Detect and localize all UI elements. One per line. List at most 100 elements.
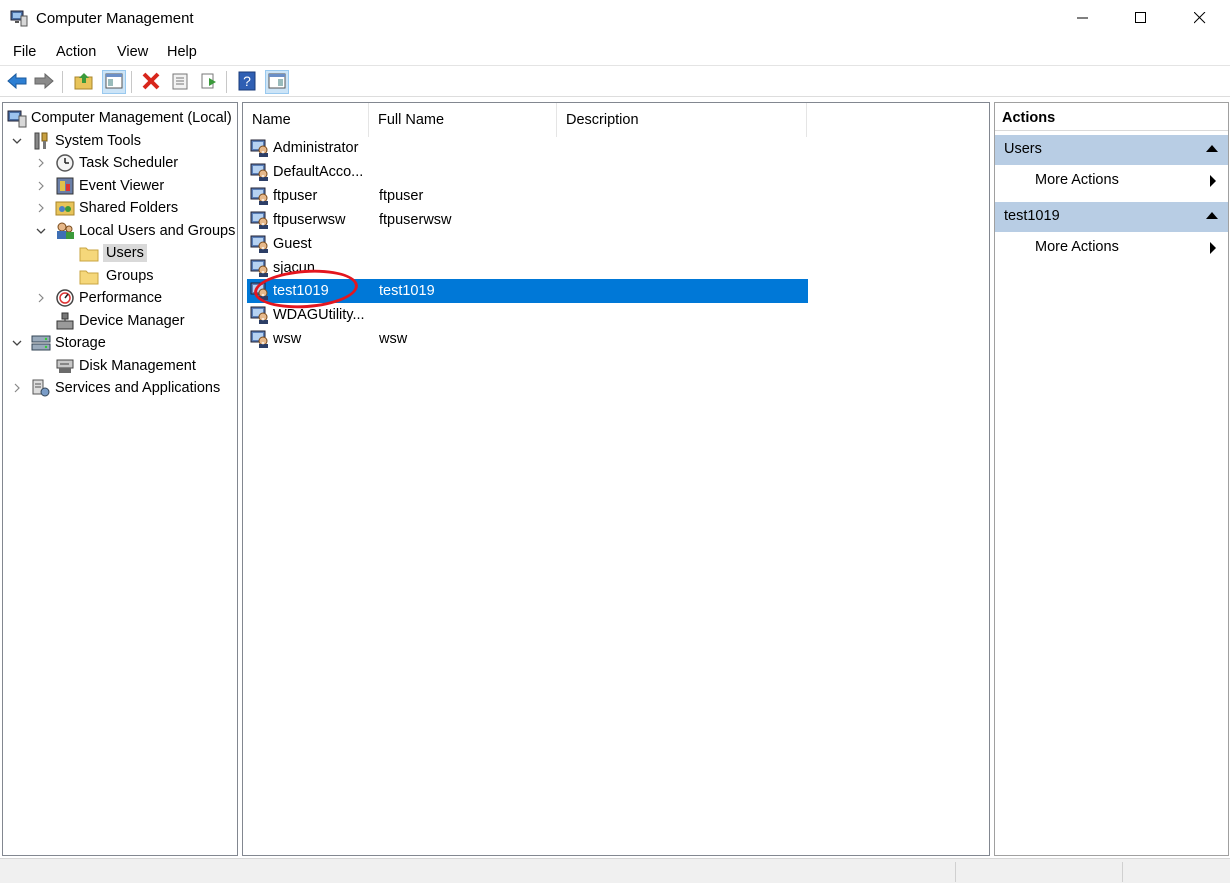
column-header-full-name[interactable]: Full Name (369, 103, 557, 137)
submenu-arrow-icon (1210, 242, 1216, 254)
forward-arrow-icon (34, 72, 54, 92)
disk-management-icon (55, 356, 75, 376)
export-list-button[interactable] (197, 70, 221, 94)
user-name: wsw (273, 331, 302, 347)
menu-action[interactable]: Action (56, 44, 96, 60)
column-header-description[interactable]: Description (557, 103, 807, 137)
menu-help[interactable]: Help (167, 44, 197, 60)
tree-item-system-tools[interactable]: System Tools (31, 130, 141, 152)
user-full-name: test1019 (379, 283, 435, 299)
expand-chevron-icon[interactable] (35, 157, 47, 169)
table-row[interactable]: ftpuserwsw ftpuserwsw (247, 208, 808, 232)
table-row[interactable]: ftpuser ftpuser (247, 184, 808, 208)
user-full-name: ftpuserwsw (379, 212, 452, 228)
user-list-pane: Name Full Name Description Administrator… (242, 102, 990, 856)
computer-management-icon (7, 108, 27, 128)
collapse-chevron-icon[interactable] (35, 225, 47, 237)
table-row[interactable]: sjacun (247, 256, 808, 280)
help-icon: ? (238, 71, 256, 94)
tree-label: Local Users and Groups (79, 223, 236, 239)
back-button[interactable] (5, 70, 29, 94)
expand-chevron-icon[interactable] (35, 292, 47, 304)
help-button[interactable]: ? (235, 70, 259, 94)
table-row[interactable]: WDAGUtility... (247, 303, 808, 327)
user-name: ftpuser (273, 188, 318, 204)
maximize-button[interactable] (1112, 0, 1170, 38)
expand-chevron-icon[interactable] (35, 180, 47, 192)
tree-item-groups[interactable]: Groups (79, 265, 154, 287)
expand-chevron-icon[interactable] (35, 202, 47, 214)
actions-header: Actions (995, 103, 1228, 131)
clock-icon (55, 153, 75, 173)
table-row[interactable]: Guest (247, 232, 808, 256)
status-bar (0, 858, 1230, 883)
tree-label: Groups (106, 268, 154, 284)
title-bar: Computer Management (0, 0, 1230, 38)
collapse-triangle-icon (1206, 145, 1218, 152)
event-viewer-icon (55, 176, 75, 196)
expand-chevron-icon[interactable] (11, 382, 23, 394)
actions-group-users[interactable]: Users (995, 135, 1228, 165)
user-name: sjacun (273, 260, 315, 276)
user-full-name: ftpuser (379, 188, 424, 204)
user-name: Guest (273, 236, 312, 252)
computer-management-icon (10, 9, 28, 27)
export-list-icon (200, 72, 218, 93)
tree-label: Performance (79, 290, 163, 306)
toolbar-separator (62, 71, 63, 93)
close-icon (1193, 11, 1206, 27)
tree-item-storage[interactable]: Storage (31, 332, 106, 354)
column-header-name[interactable]: Name (243, 103, 369, 137)
table-row[interactable]: Administrator (247, 136, 808, 160)
toolbar-separator (226, 71, 227, 93)
tree-item-local-users-and-groups[interactable]: Local Users and Groups (55, 220, 235, 242)
table-row[interactable]: test1019 test1019 (247, 279, 808, 303)
tree-item-users[interactable]: Users (79, 242, 147, 264)
more-actions-users[interactable]: More Actions (995, 167, 1228, 195)
menu-view[interactable]: View (117, 44, 148, 60)
folder-icon (79, 243, 99, 263)
tree-item-task-scheduler[interactable]: Task Scheduler (55, 152, 178, 174)
collapse-chevron-icon[interactable] (11, 337, 23, 349)
window-title: Computer Management (36, 10, 194, 27)
close-button[interactable] (1171, 0, 1229, 38)
user-full-name: wsw (379, 331, 408, 347)
user-account-icon (250, 187, 270, 206)
more-actions-test1019[interactable]: More Actions (995, 234, 1228, 262)
actions-pane: Actions Users More Actions test1019 More… (994, 102, 1229, 856)
user-account-icon (250, 259, 270, 278)
collapse-triangle-icon (1206, 212, 1218, 219)
actions-group-test1019[interactable]: test1019 (995, 202, 1228, 232)
actions-group-label: test1019 (1004, 208, 1060, 224)
tree-label: Event Viewer (79, 178, 165, 194)
tree-item-services-and-applications[interactable]: Services and Applications (31, 377, 220, 399)
table-row[interactable]: DefaultAcco... (247, 160, 808, 184)
tree-item-device-manager[interactable]: Device Manager (55, 310, 185, 332)
tools-icon (31, 131, 51, 151)
tree-item-performance[interactable]: Performance (55, 287, 162, 309)
tree-item-shared-folders[interactable]: Shared Folders (55, 197, 178, 219)
show-hide-console-tree-button[interactable] (102, 70, 126, 94)
properties-button[interactable] (168, 70, 192, 94)
menu-file[interactable]: File (13, 44, 36, 60)
user-name: DefaultAcco... (273, 164, 364, 180)
user-name: WDAGUtility... (273, 307, 365, 323)
show-hide-action-pane-button[interactable] (265, 70, 289, 94)
collapse-chevron-icon[interactable] (11, 135, 23, 147)
tree-item-disk-management[interactable]: Disk Management (55, 355, 196, 377)
table-row[interactable]: wsw wsw (247, 327, 808, 351)
tree-label: Users (103, 244, 147, 262)
up-folder-icon (74, 72, 94, 93)
show-hide-action-pane-icon (268, 73, 286, 92)
forward-button[interactable] (32, 70, 56, 94)
services-icon (31, 378, 51, 398)
up-one-level-button[interactable] (72, 70, 96, 94)
delete-button[interactable] (139, 70, 163, 94)
tree-item-computer-management[interactable]: Computer Management (Local) (7, 107, 232, 129)
tree-item-event-viewer[interactable]: Event Viewer (55, 175, 164, 197)
user-account-icon (250, 330, 270, 349)
minimize-button[interactable] (1054, 0, 1112, 38)
status-divider (955, 862, 956, 882)
tree-label: Device Manager (79, 313, 185, 329)
user-account-icon (250, 211, 270, 230)
